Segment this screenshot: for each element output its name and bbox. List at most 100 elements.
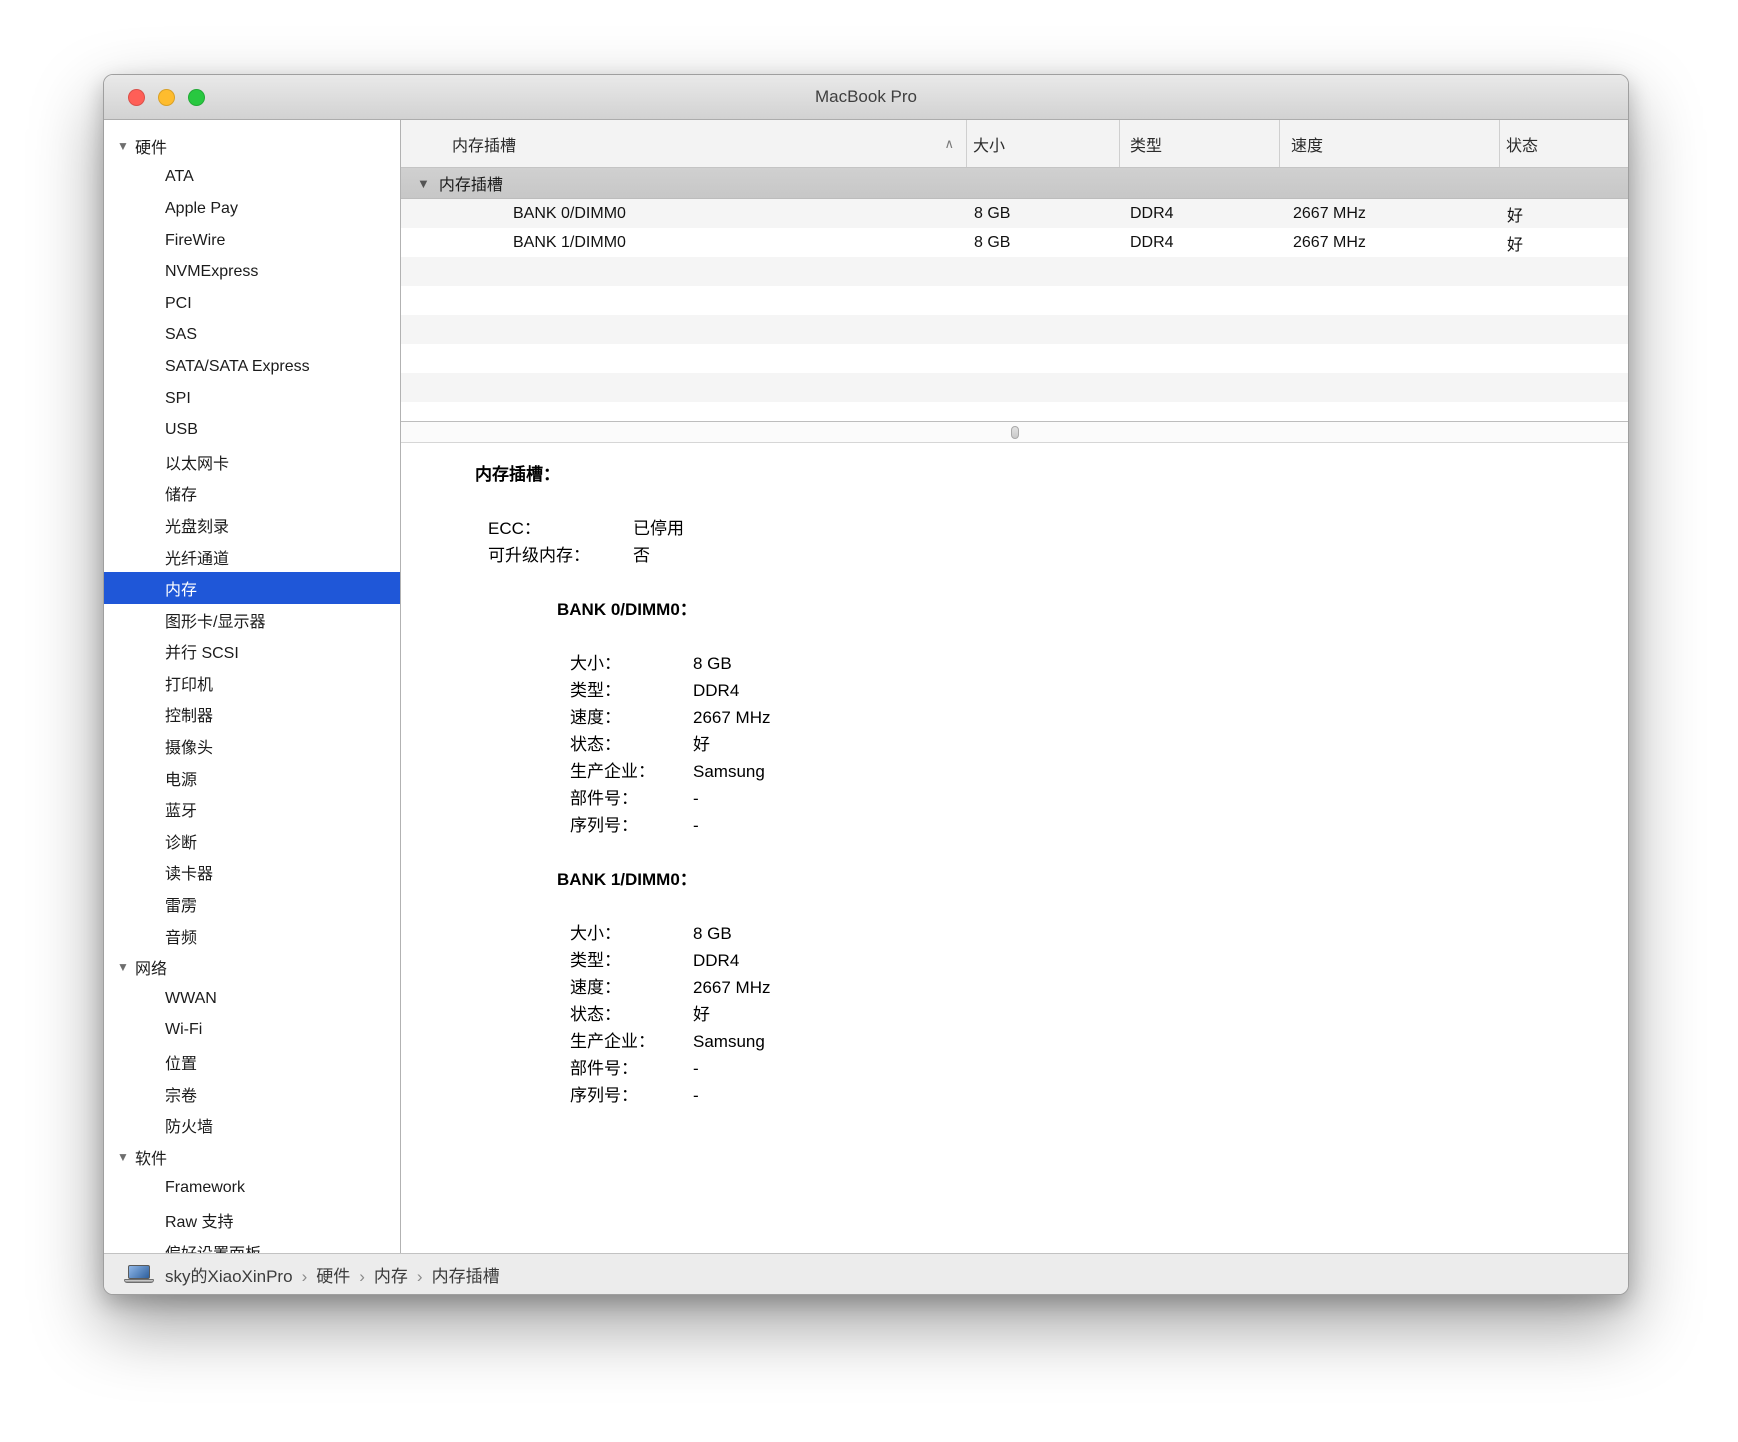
detail-field-value: 否 xyxy=(633,546,650,565)
detail-field-label: 序列号： xyxy=(570,1082,693,1109)
disclosure-triangle-icon[interactable]: ▼ xyxy=(417,176,430,191)
laptop-icon xyxy=(124,1263,154,1285)
spacer xyxy=(401,893,1628,920)
detail-field-label: 生产企业： xyxy=(570,1028,693,1055)
table-cell: 好 xyxy=(1500,202,1628,226)
sidebar-item-Raw 支持[interactable]: Raw 支持 xyxy=(104,1204,400,1236)
sidebar-item-以太网卡[interactable]: 以太网卡 xyxy=(104,446,400,478)
detail-bank-field: 速度：2667 MHz xyxy=(570,974,1628,1001)
column-header-label: 大小 xyxy=(973,132,1005,156)
sidebar-group-label: 软件 xyxy=(135,1145,167,1169)
detail-field-value: 8 GB xyxy=(693,654,732,673)
table-row[interactable]: BANK 1/DIMM08 GBDDR42667 MHz好 xyxy=(401,228,1628,257)
pane-splitter[interactable] xyxy=(401,421,1628,443)
sidebar-item-控制器[interactable]: 控制器 xyxy=(104,699,400,731)
sidebar-item-电源[interactable]: 电源 xyxy=(104,762,400,794)
sidebar-item-摄像头[interactable]: 摄像头 xyxy=(104,730,400,762)
table-row[interactable]: BANK 0/DIMM08 GBDDR42667 MHz好 xyxy=(401,199,1628,228)
sidebar-item-位置[interactable]: 位置 xyxy=(104,1046,400,1078)
sidebar-item-并行 SCSI[interactable]: 并行 SCSI xyxy=(104,636,400,668)
detail-field-value: 2667 MHz xyxy=(693,708,770,727)
detail-bank-field: 生产企业：Samsung xyxy=(570,758,1628,785)
detail-bank-field: 生产企业：Samsung xyxy=(570,1028,1628,1055)
detail-bank-field: 状态：好 xyxy=(570,1001,1628,1028)
detail-field-label: 类型： xyxy=(570,677,693,704)
minimize-button[interactable] xyxy=(158,89,175,106)
detail-field-label: 速度： xyxy=(570,704,693,731)
detail-field-value: - xyxy=(693,816,699,835)
detail-field-value: Samsung xyxy=(693,1032,765,1051)
sidebar-item-雷雳[interactable]: 雷雳 xyxy=(104,888,400,920)
disclosure-triangle-icon[interactable]: ▼ xyxy=(117,1150,135,1164)
detail-bank-field: 大小：8 GB xyxy=(570,920,1628,947)
sidebar-item-宗卷[interactable]: 宗卷 xyxy=(104,1078,400,1110)
sidebar-item-读卡器[interactable]: 读卡器 xyxy=(104,857,400,889)
table-empty-stripes xyxy=(401,257,1628,421)
column-header-速度[interactable]: 速度 xyxy=(1280,120,1500,167)
detail-bank-field: 类型：DDR4 xyxy=(570,947,1628,974)
sidebar-item-PCI[interactable]: PCI xyxy=(104,288,400,320)
zoom-button[interactable] xyxy=(188,89,205,106)
breadcrumb-separator-icon: › xyxy=(359,1267,365,1286)
detail-field-label: 序列号： xyxy=(570,812,693,839)
sidebar-item-内存[interactable]: 内存 xyxy=(104,572,400,604)
sidebar-group-硬件[interactable]: ▼硬件 xyxy=(104,130,400,162)
detail-global-field: ECC：已停用 xyxy=(488,515,1628,542)
breadcrumb-item: 硬件 xyxy=(316,1267,350,1286)
sidebar-group-label: 硬件 xyxy=(135,134,167,158)
detail-heading: 内存插槽： xyxy=(475,461,1628,488)
window-titlebar[interactable]: MacBook Pro xyxy=(104,75,1628,120)
sidebar-item-Framework[interactable]: Framework xyxy=(104,1173,400,1205)
sidebar-item-SAS[interactable]: SAS xyxy=(104,320,400,352)
sort-ascending-icon: ∧ xyxy=(944,136,954,152)
sidebar-item-防火墙[interactable]: 防火墙 xyxy=(104,1109,400,1141)
close-button[interactable] xyxy=(128,89,145,106)
breadcrumb-item: 内存插槽 xyxy=(432,1267,500,1286)
sidebar-item-蓝牙[interactable]: 蓝牙 xyxy=(104,793,400,825)
detail-field-label: 部件号： xyxy=(570,1055,693,1082)
detail-bank-field: 部件号：- xyxy=(570,1055,1628,1082)
sidebar-item-SPI[interactable]: SPI xyxy=(104,383,400,415)
table-cell: BANK 1/DIMM0 xyxy=(401,234,967,252)
sidebar-item-USB[interactable]: USB xyxy=(104,414,400,446)
disclosure-triangle-icon[interactable]: ▼ xyxy=(117,960,135,974)
spacer xyxy=(401,488,1628,515)
column-header-类型[interactable]: 类型 xyxy=(1120,120,1280,167)
column-header-内存插槽[interactable]: 内存插槽∧ xyxy=(401,120,967,167)
sidebar-item-光纤通道[interactable]: 光纤通道 xyxy=(104,541,400,573)
sidebar-item-打印机[interactable]: 打印机 xyxy=(104,667,400,699)
sidebar-item-Wi-Fi[interactable]: Wi-Fi xyxy=(104,1015,400,1047)
sidebar-group-软件[interactable]: ▼软件 xyxy=(104,1141,400,1173)
table-cell: DDR4 xyxy=(1120,234,1280,252)
sidebar-item-光盘刻录[interactable]: 光盘刻录 xyxy=(104,509,400,541)
system-information-window: MacBook Pro ▼硬件ATAApple PayFireWireNVMEx… xyxy=(103,74,1629,1295)
disclosure-triangle-icon[interactable]: ▼ xyxy=(117,139,135,153)
sidebar-item-SATA/SATA Express[interactable]: SATA/SATA Express xyxy=(104,351,400,383)
sidebar-item-偏好设置面板[interactable]: 偏好设置面板 xyxy=(104,1236,400,1253)
table-cell: 2667 MHz xyxy=(1280,234,1500,252)
sidebar-item-WWAN[interactable]: WWAN xyxy=(104,983,400,1015)
sidebar-item-诊断[interactable]: 诊断 xyxy=(104,825,400,857)
table-cell: DDR4 xyxy=(1120,205,1280,223)
splitter-knob-icon[interactable] xyxy=(1011,426,1019,439)
sidebar-group-网络[interactable]: ▼网络 xyxy=(104,951,400,983)
window-title: MacBook Pro xyxy=(815,87,917,107)
detail-bank-field: 类型：DDR4 xyxy=(570,677,1628,704)
detail-field-value: 好 xyxy=(693,735,710,754)
sidebar-item-ATA[interactable]: ATA xyxy=(104,162,400,194)
sidebar-item-图形卡/显示器[interactable]: 图形卡/显示器 xyxy=(104,604,400,636)
status-bar: sky的XiaoXinPro›硬件›内存›内存插槽 xyxy=(104,1253,1628,1294)
table-cell: 2667 MHz xyxy=(1280,205,1500,223)
detail-field-label: 类型： xyxy=(570,947,693,974)
sidebar-item-音频[interactable]: 音频 xyxy=(104,920,400,952)
sidebar-item-Apple Pay[interactable]: Apple Pay xyxy=(104,193,400,225)
table-group-row[interactable]: ▼ 内存插槽 xyxy=(401,168,1628,199)
detail-global-field: 可升级内存：否 xyxy=(488,542,1628,569)
sidebar-item-NVMExpress[interactable]: NVMExpress xyxy=(104,256,400,288)
sidebar-item-FireWire[interactable]: FireWire xyxy=(104,225,400,257)
detail-field-value: 好 xyxy=(693,1005,710,1024)
column-header-状态[interactable]: 状态 xyxy=(1500,120,1628,167)
sidebar-item-储存[interactable]: 储存 xyxy=(104,478,400,510)
detail-field-label: 状态： xyxy=(570,1001,693,1028)
column-header-大小[interactable]: 大小 xyxy=(967,120,1120,167)
